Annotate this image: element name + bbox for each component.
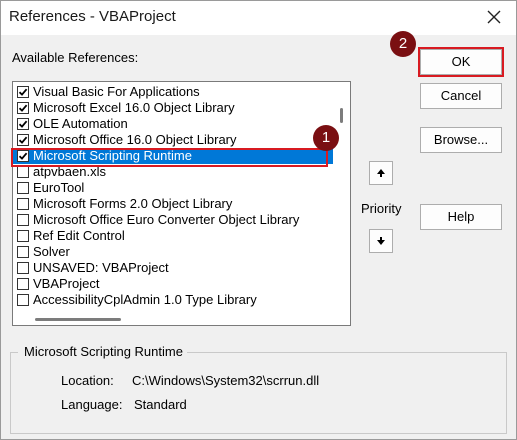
checkbox-unchecked[interactable] [17, 182, 29, 194]
checkbox-unchecked[interactable] [17, 294, 29, 306]
checkbox-unchecked[interactable] [17, 214, 29, 226]
reference-item-label: Solver [33, 244, 70, 259]
reference-item[interactable]: atpvbaen.xls [13, 164, 333, 180]
step-badge-2: 2 [390, 31, 416, 57]
reference-item-label: UNSAVED: VBAProject [33, 260, 169, 275]
checkbox-unchecked[interactable] [17, 230, 29, 242]
reference-item[interactable]: Microsoft Office 16.0 Object Library [13, 132, 333, 148]
reference-item[interactable]: Solver [13, 244, 333, 260]
window-title: References - VBAProject [9, 8, 176, 25]
checkbox-unchecked[interactable] [17, 246, 29, 258]
reference-item-label: Microsoft Office 16.0 Object Library [33, 132, 237, 147]
horizontal-scroll-thumb[interactable] [35, 318, 121, 321]
arrow-down-icon [377, 237, 385, 245]
references-list[interactable]: Visual Basic For Applications Microsoft E… [12, 81, 351, 326]
checkmark-icon [18, 120, 28, 128]
reference-item[interactable]: OLE Automation [13, 116, 333, 132]
checkbox-unchecked[interactable] [17, 278, 29, 290]
priority-down-button[interactable] [369, 229, 393, 253]
reference-item-label: VBAProject [33, 276, 100, 291]
reference-item[interactable]: VBAProject [13, 276, 333, 292]
references-list-items: Visual Basic For Applications Microsoft E… [13, 84, 333, 308]
horizontal-scrollbar[interactable] [13, 312, 350, 325]
checkmark-icon [18, 152, 28, 160]
reference-item-label: Visual Basic For Applications [33, 84, 200, 99]
step-badge-1: 1 [313, 125, 339, 151]
language-label: Language: [61, 397, 123, 412]
help-button[interactable]: Help [420, 204, 502, 230]
ok-button[interactable]: OK [420, 49, 502, 75]
reference-item-label: Ref Edit Control [33, 228, 125, 243]
checkbox-checked[interactable] [17, 134, 29, 146]
reference-item-label: Microsoft Scripting Runtime [33, 148, 192, 163]
checkbox-checked[interactable] [17, 150, 29, 162]
close-icon [487, 10, 501, 24]
reference-item[interactable]: EuroTool [13, 180, 333, 196]
reference-item[interactable]: UNSAVED: VBAProject [13, 260, 333, 276]
reference-item-label: Microsoft Forms 2.0 Object Library [33, 196, 233, 211]
reference-item-label: OLE Automation [33, 116, 128, 131]
priority-label: Priority [361, 201, 402, 216]
references-dialog: References - VBAProject Available Refere… [0, 0, 517, 440]
available-references-label: Available References: [12, 50, 139, 65]
reference-item[interactable]: Microsoft Excel 16.0 Object Library [13, 100, 333, 116]
reference-item[interactable]: Visual Basic For Applications [13, 84, 333, 100]
arrow-up-icon [377, 169, 385, 177]
title-bar: References - VBAProject [1, 1, 516, 35]
checkbox-checked[interactable] [17, 86, 29, 98]
checkmark-icon [18, 104, 28, 112]
close-button[interactable] [472, 1, 516, 33]
checkbox-unchecked[interactable] [17, 166, 29, 178]
reference-item-label: atpvbaen.xls [33, 164, 106, 179]
reference-item-label: EuroTool [33, 180, 85, 195]
checkbox-checked[interactable] [17, 102, 29, 114]
reference-details-title: Microsoft Scripting Runtime [21, 344, 186, 359]
language-value: Standard [134, 397, 187, 412]
checkmark-icon [18, 88, 28, 96]
checkbox-unchecked[interactable] [17, 262, 29, 274]
checkmark-icon [18, 136, 28, 144]
priority-up-button[interactable] [369, 161, 393, 185]
browse-button[interactable]: Browse... [420, 127, 502, 153]
location-value: C:\Windows\System32\scrrun.dll [132, 373, 320, 388]
checkbox-checked[interactable] [17, 118, 29, 130]
cancel-button[interactable]: Cancel [420, 83, 502, 109]
reference-item[interactable]: Microsoft Forms 2.0 Object Library [13, 196, 333, 212]
reference-item[interactable]: Microsoft Office Euro Converter Object L… [13, 212, 333, 228]
reference-item[interactable]: Ref Edit Control [13, 228, 333, 244]
reference-item-label: Microsoft Office Euro Converter Object L… [33, 212, 300, 227]
location-label: Location: [61, 373, 114, 388]
checkbox-unchecked[interactable] [17, 198, 29, 210]
reference-item[interactable]: Microsoft Scripting Runtime [13, 148, 333, 164]
reference-details-group [10, 352, 507, 434]
reference-item-label: AccessibilityCplAdmin 1.0 Type Library [33, 292, 257, 307]
vertical-scrollbar[interactable] [333, 82, 350, 325]
vertical-scroll-thumb[interactable] [340, 108, 343, 123]
reference-item[interactable]: AccessibilityCplAdmin 1.0 Type Library [13, 292, 333, 308]
reference-item-label: Microsoft Excel 16.0 Object Library [33, 100, 235, 115]
